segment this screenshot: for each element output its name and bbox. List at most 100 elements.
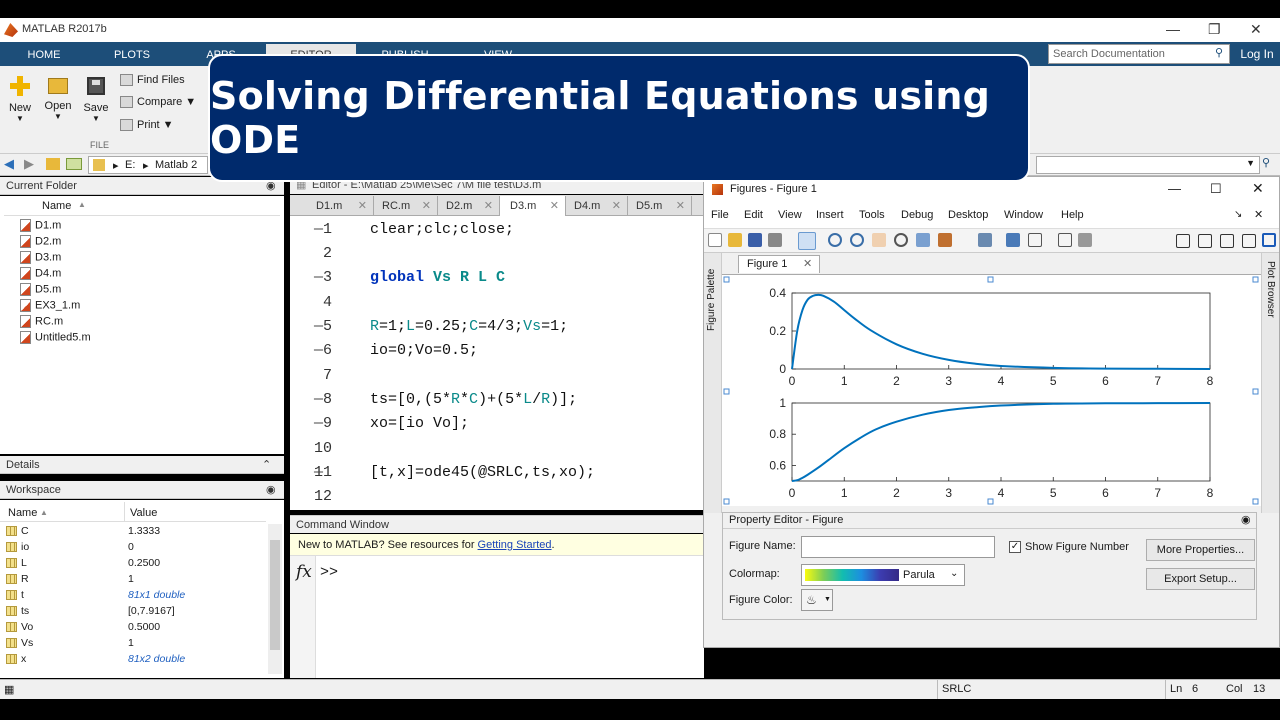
figure-palette-label[interactable]: Figure Palette <box>706 269 717 331</box>
path-drive[interactable]: E: <box>125 159 135 171</box>
chevron-down-icon[interactable]: ⌄ <box>950 568 958 579</box>
menu-file[interactable]: File <box>711 209 729 221</box>
login-button[interactable]: Log In <box>1234 44 1280 64</box>
code-line[interactable]: R=1;L=0.25;C=4/3;Vs=1; <box>370 318 568 335</box>
path-field[interactable]: ▸ E: ▸ Matlab 2 <box>88 156 208 174</box>
close-figure-icon[interactable]: ✕ <box>1254 208 1263 221</box>
search-icon[interactable]: ⚲ <box>1215 46 1223 59</box>
file-item[interactable]: RC.m <box>20 315 63 328</box>
code-editor[interactable]: 1— 2 3— 4 5— 6— 7 8— 9— 10 11— 12 clear;… <box>290 216 704 510</box>
open-button[interactable]: Open ▼ <box>42 76 74 121</box>
plot-browser-bar[interactable]: Plot Browser <box>1261 253 1279 513</box>
command-window[interactable]: fx >> <box>290 556 704 678</box>
figure-canvas[interactable]: 0 1 2 3 4 5 6 7 8 0 0.2 0.4 0 1 2 3 4 5 6 7 8 0.6 0.8 1 <box>722 274 1261 506</box>
colorbar-icon[interactable] <box>1006 233 1020 247</box>
workspace-row[interactable]: C 1.3333 <box>6 525 266 541</box>
code-line[interactable]: clear;clc;close; <box>370 221 514 238</box>
file-item[interactable]: D3.m <box>20 251 61 264</box>
zoom-out-icon[interactable] <box>850 233 864 247</box>
show-figure-number-checkbox[interactable]: ✓ <box>1009 541 1021 553</box>
menu-insert[interactable]: Insert <box>816 209 844 221</box>
new-button[interactable]: New ▼ <box>4 76 36 123</box>
edit-plot-icon[interactable] <box>798 232 816 250</box>
workspace-row[interactable]: Vo 0.5000 <box>6 621 266 637</box>
zoom-in-icon[interactable] <box>828 233 842 247</box>
workspace-row[interactable]: L 0.2500 <box>6 557 266 573</box>
minimize-icon[interactable]: — <box>1166 21 1180 37</box>
maximize-icon[interactable]: ☐ <box>1210 181 1222 197</box>
legend-icon[interactable] <box>1028 233 1042 247</box>
menu-tools[interactable]: Tools <box>859 209 885 221</box>
pan-icon[interactable] <box>872 233 886 247</box>
maximize-icon[interactable]: ❐ <box>1208 21 1221 38</box>
tile-icon[interactable] <box>1176 234 1190 248</box>
tab-plots[interactable]: PLOTS <box>90 44 174 66</box>
workspace-row[interactable]: x 81x2 double <box>6 653 266 669</box>
menu-edit[interactable]: Edit <box>744 209 763 221</box>
save-figure-icon[interactable] <box>748 233 762 247</box>
close-icon[interactable]: ✕ <box>1252 180 1264 197</box>
print-button[interactable]: Print ▼ <box>120 119 174 132</box>
link-plot-icon[interactable] <box>978 233 992 247</box>
editor-tab[interactable]: D2.m ✕ <box>438 196 500 216</box>
close-tab-icon[interactable]: ✕ <box>803 256 812 273</box>
plot-area[interactable]: 0 1 2 3 4 5 6 7 800.20.40 1 2 3 4 5 6 7 80.60.81 <box>722 275 1261 507</box>
command-prompt[interactable]: >> <box>320 564 338 581</box>
data-cursor-icon[interactable] <box>916 233 930 247</box>
file-item[interactable]: Untitled5.m <box>20 331 91 344</box>
show-tools-icon[interactable] <box>1078 233 1092 247</box>
file-item[interactable]: D5.m <box>20 283 61 296</box>
name-column[interactable]: Name <box>8 507 37 519</box>
name-column-header[interactable]: Name ▲ <box>4 196 280 216</box>
workspace-row[interactable]: io 0 <box>6 541 266 557</box>
plot-browser-label[interactable]: Plot Browser <box>1265 261 1276 318</box>
file-item[interactable]: EX3_1.m <box>20 299 80 312</box>
float-icon[interactable] <box>1242 234 1256 248</box>
forward-icon[interactable]: ▶ <box>24 156 34 172</box>
tab-home[interactable]: HOME <box>6 44 82 66</box>
minimize-icon[interactable]: — <box>1168 181 1181 196</box>
colormap-select[interactable]: Parula ⌄ <box>801 564 965 586</box>
file-item[interactable]: D2.m <box>20 235 61 248</box>
export-setup-button[interactable]: Export Setup... <box>1146 568 1255 590</box>
editor-tab[interactable]: RC.m ✕ <box>374 196 438 216</box>
panel-menu-icon[interactable]: ◉ <box>266 481 276 499</box>
value-column[interactable]: Value <box>130 507 157 519</box>
print-figure-icon[interactable] <box>768 233 782 247</box>
fx-icon[interactable]: fx <box>296 562 312 582</box>
figure-palette-bar[interactable]: Figure Palette <box>704 253 722 513</box>
left-right-icon[interactable] <box>1198 234 1212 248</box>
top-bottom-icon[interactable] <box>1220 234 1234 248</box>
workspace-row[interactable]: ts [0,7.9167] <box>6 605 266 621</box>
workspace-row[interactable]: R1 <box>6 573 266 589</box>
editor-tab[interactable]: D5.m ✕ <box>628 196 692 216</box>
rotate-icon[interactable] <box>894 233 908 247</box>
code-line[interactable]: ts=[0,(5*R*C)+(5*L/R)]; <box>370 391 577 408</box>
editor-tab[interactable]: D1.m ✕ <box>290 196 374 216</box>
details-header[interactable]: Details ⌃ <box>0 456 284 474</box>
editor-tab-active[interactable]: D3.m ✕ <box>500 196 566 216</box>
hide-tools-icon[interactable] <box>1058 233 1072 247</box>
editor-tab[interactable]: D4.m ✕ <box>566 196 628 216</box>
workspace-scrollbar[interactable] <box>268 524 282 674</box>
open-file-icon[interactable] <box>728 233 742 247</box>
figure-name-input[interactable] <box>801 536 995 558</box>
save-button[interactable]: Save ▼ <box>80 76 112 123</box>
browse-folder-icon[interactable] <box>66 158 82 170</box>
getting-started-link[interactable]: Getting Started <box>478 539 552 551</box>
path-folder[interactable]: Matlab 2 <box>155 159 197 171</box>
undock-icon[interactable]: ↘ <box>1234 209 1242 220</box>
menu-help[interactable]: Help <box>1061 209 1084 221</box>
code-line[interactable]: xo=[io Vo]; <box>370 415 469 432</box>
search-input[interactable]: Search Documentation ⚲ <box>1048 44 1230 64</box>
code-line[interactable]: global Vs R L C <box>370 269 505 286</box>
menu-window[interactable]: Window <box>1004 209 1043 221</box>
up-folder-icon[interactable] <box>46 158 60 170</box>
panel-menu-icon[interactable]: ◉ <box>1241 513 1251 526</box>
maximize-doc-icon[interactable] <box>1262 233 1276 247</box>
menu-debug[interactable]: Debug <box>901 209 933 221</box>
close-icon[interactable]: ✕ <box>1250 21 1262 38</box>
new-figure-icon[interactable] <box>708 233 722 247</box>
compare-button[interactable]: Compare ▼ <box>120 96 196 109</box>
more-properties-button[interactable]: More Properties... <box>1146 539 1255 561</box>
